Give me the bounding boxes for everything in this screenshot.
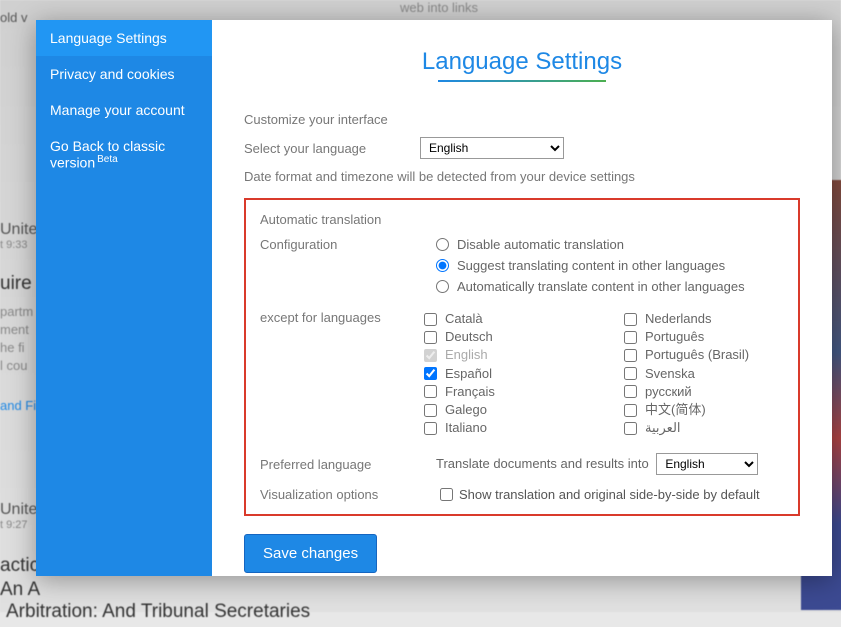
translate-into-select[interactable]: English — [656, 453, 758, 475]
settings-sidebar: Language Settings Privacy and cookies Ma… — [36, 20, 212, 576]
language-checkbox[interactable] — [624, 313, 637, 326]
language-option[interactable]: Français — [424, 383, 584, 401]
sidebar-item-label: Manage your account — [50, 102, 185, 118]
save-button[interactable]: Save changes — [244, 534, 377, 573]
language-label: Galego — [445, 401, 487, 419]
language-checkbox[interactable] — [624, 367, 637, 380]
auto-translation-title: Automatic translation — [260, 212, 784, 227]
radio-auto[interactable]: Automatically translate content in other… — [436, 279, 784, 294]
radio-label: Automatically translate content in other… — [457, 279, 745, 294]
language-checkbox[interactable] — [424, 313, 437, 326]
except-languages-label: except for languages — [260, 310, 424, 325]
language-label: Français — [445, 383, 495, 401]
language-checkbox[interactable] — [424, 367, 437, 380]
bg-text: he fi — [0, 338, 25, 358]
language-option[interactable]: العربية — [624, 419, 784, 437]
beta-badge: Beta — [97, 154, 118, 165]
side-by-side-checkbox[interactable] — [440, 488, 453, 501]
language-checkbox[interactable] — [424, 422, 437, 435]
radio-disable-input[interactable] — [436, 238, 449, 251]
language-checkbox[interactable] — [624, 404, 637, 417]
bg-text: An A — [0, 576, 40, 605]
preferred-language-label: Preferred language — [260, 457, 436, 472]
radio-auto-input[interactable] — [436, 280, 449, 293]
sidebar-item-privacy[interactable]: Privacy and cookies — [36, 56, 212, 92]
bg-text: old v — [0, 8, 27, 28]
bg-text: l cou — [0, 356, 27, 376]
language-label: English — [445, 346, 488, 364]
language-option[interactable]: Português (Brasil) — [624, 346, 784, 364]
interface-language-select[interactable]: English — [420, 137, 564, 159]
bg-text: t 9:27 — [0, 517, 28, 534]
bg-text: t 9:33 — [0, 237, 28, 254]
sidebar-item-account[interactable]: Manage your account — [36, 92, 212, 128]
language-checkbox — [424, 349, 437, 362]
bg-text: partm — [0, 302, 33, 322]
language-option: English — [424, 346, 584, 364]
language-label: Italiano — [445, 419, 487, 437]
language-label: Deutsch — [445, 328, 493, 346]
language-column-right: NederlandsPortuguêsPortuguês (Brasil)Sve… — [624, 310, 784, 437]
language-label: Svenska — [645, 365, 695, 383]
bg-text: Unite — [0, 498, 37, 522]
language-checkbox[interactable] — [424, 385, 437, 398]
bg-text: Unite — [0, 218, 37, 242]
radio-suggest[interactable]: Suggest translating content in other lan… — [436, 258, 784, 273]
bg-text: and Fi — [0, 396, 36, 416]
language-checkbox[interactable] — [624, 385, 637, 398]
radio-label: Disable automatic translation — [457, 237, 624, 252]
language-label: Català — [445, 310, 483, 328]
language-option[interactable]: Svenska — [624, 365, 784, 383]
language-option[interactable]: русский — [624, 383, 784, 401]
language-option[interactable]: 中文(简体) — [624, 401, 784, 419]
language-label: Español — [445, 365, 492, 383]
bg-text: actic — [0, 552, 39, 581]
radio-suggest-input[interactable] — [436, 259, 449, 272]
page-title: Language Settings — [244, 48, 800, 76]
configuration-label: Configuration — [260, 237, 436, 252]
settings-content: Language Settings Customize your interfa… — [212, 20, 832, 576]
language-checkbox[interactable] — [624, 349, 637, 362]
language-column-left: CatalàDeutschEnglishEspañolFrançaisGaleg… — [424, 310, 584, 437]
language-option[interactable]: Nederlands — [624, 310, 784, 328]
select-language-label: Select your language — [244, 141, 420, 156]
language-checkbox[interactable] — [424, 404, 437, 417]
language-label: русский — [645, 383, 692, 401]
bg-text: Arbitration: And Tribunal Secretaries — [6, 598, 310, 627]
language-label: Português — [645, 328, 704, 346]
language-option[interactable]: Català — [424, 310, 584, 328]
language-label: Nederlands — [645, 310, 712, 328]
language-option[interactable]: Deutsch — [424, 328, 584, 346]
sidebar-item-language-settings[interactable]: Language Settings — [36, 20, 212, 56]
auto-translation-box: Automatic translation Configuration Disa… — [244, 198, 800, 516]
sidebar-item-label: Privacy and cookies — [50, 66, 175, 82]
title-underline — [438, 80, 606, 82]
language-label: 中文(简体) — [645, 401, 706, 419]
date-timezone-note: Date format and timezone will be detecte… — [244, 169, 800, 184]
radio-disable[interactable]: Disable automatic translation — [436, 237, 784, 252]
bg-text: uire — [0, 270, 32, 299]
bg-text: ment — [0, 320, 29, 340]
customize-heading: Customize your interface — [244, 112, 800, 127]
language-option[interactable]: Italiano — [424, 419, 584, 437]
visualization-label: Visualization options — [260, 487, 436, 502]
sidebar-item-classic-version[interactable]: Go Back to classic versionBeta — [36, 128, 212, 181]
language-label: العربية — [645, 419, 681, 437]
language-label: Português (Brasil) — [645, 346, 749, 364]
sidebar-item-label: Language Settings — [50, 30, 167, 46]
language-option[interactable]: Galego — [424, 401, 584, 419]
language-checkbox[interactable] — [424, 331, 437, 344]
translate-into-label: Translate documents and results into — [436, 456, 649, 471]
radio-label: Suggest translating content in other lan… — [457, 258, 725, 273]
language-option[interactable]: Português — [624, 328, 784, 346]
bg-text: web into links — [400, 0, 478, 18]
language-checkbox[interactable] — [624, 331, 637, 344]
side-by-side-label: Show translation and original side-by-si… — [459, 487, 760, 502]
settings-modal: Language Settings Privacy and cookies Ma… — [36, 20, 832, 576]
language-option[interactable]: Español — [424, 365, 584, 383]
language-checkbox[interactable] — [624, 422, 637, 435]
